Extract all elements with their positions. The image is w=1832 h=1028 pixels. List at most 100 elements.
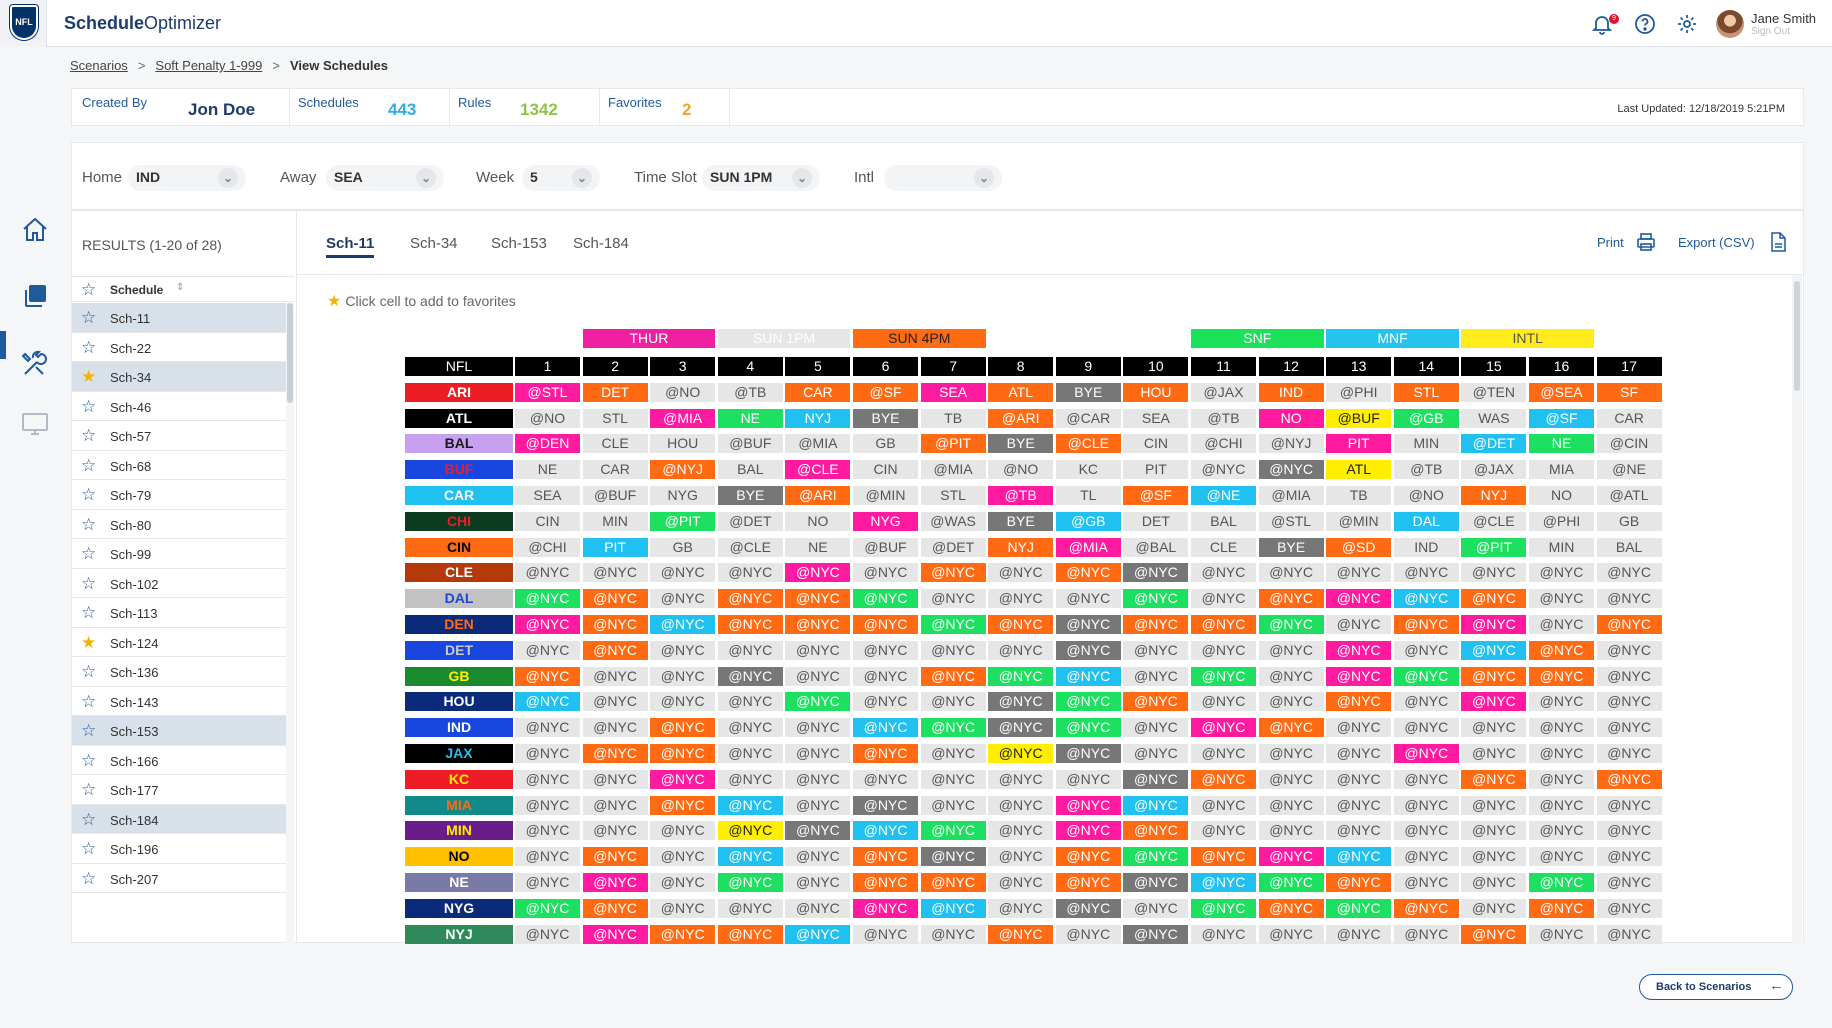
schedule-cell[interactable]: @NYC <box>853 795 918 815</box>
star-outline-icon[interactable]: ☆ <box>81 870 96 887</box>
schedule-cell[interactable]: @NYC <box>1461 847 1527 867</box>
schedule-cell[interactable]: @NYC <box>1596 563 1662 583</box>
schedule-cell[interactable]: @NYC <box>717 615 783 634</box>
schedule-cell[interactable]: @NYC <box>1191 692 1256 712</box>
schedule-cell[interactable]: @NYC <box>1596 692 1662 712</box>
schedule-cell[interactable]: @NYC <box>717 847 783 867</box>
star-outline-icon[interactable]: ☆ <box>81 486 96 503</box>
schedule-cell[interactable]: @NYC <box>1191 589 1256 609</box>
schedule-cell[interactable]: @SEA <box>1529 382 1594 402</box>
schedule-cell[interactable]: @NYC <box>1529 666 1594 686</box>
schedule-cell[interactable]: @NYC <box>1191 924 1256 944</box>
schedule-cell[interactable]: @SF <box>1529 408 1594 428</box>
schedule-cell[interactable]: @NYC <box>1326 615 1392 634</box>
schedule-cell[interactable]: @NYC <box>1055 821 1121 841</box>
schedule-cell[interactable]: @NYC <box>785 640 851 660</box>
schedule-cell[interactable]: @NYC <box>1393 873 1459 892</box>
star-outline-icon[interactable]: ☆ <box>81 398 96 415</box>
schedule-cell[interactable]: @PIT <box>650 511 716 531</box>
schedule-cell[interactable]: SEA <box>515 486 580 505</box>
schedule-cell[interactable]: @STL <box>1258 511 1324 531</box>
schedule-cell[interactable]: @NYC <box>1461 666 1527 686</box>
schedule-cell[interactable]: @NYC <box>1191 615 1256 634</box>
schedule-cell[interactable]: @NYC <box>515 589 580 609</box>
filter-intl-select[interactable]: ⌄ <box>884 165 1002 191</box>
schedule-cell[interactable]: @NYC <box>1258 744 1324 763</box>
star-outline-icon[interactable]: ☆ <box>81 811 96 828</box>
star-outline-icon[interactable]: ☆ <box>81 722 96 739</box>
schedule-cell[interactable]: @NYC <box>853 718 918 738</box>
result-row[interactable]: ☆ Sch-184 <box>72 804 286 834</box>
schedule-cell[interactable]: CAR <box>785 382 851 402</box>
schedule-cell[interactable]: @DET <box>920 537 986 557</box>
tab-sch-153[interactable]: Sch-153 <box>491 235 547 252</box>
schedule-cell[interactable]: @NYC <box>1393 769 1459 789</box>
schedule-cell[interactable]: @NYC <box>1258 640 1324 660</box>
schedule-cell[interactable]: ATL <box>1326 460 1392 480</box>
schedule-cell[interactable]: @NYC <box>717 795 783 815</box>
schedule-cell[interactable]: @NYC <box>515 847 580 867</box>
schedule-cell[interactable]: NYJ <box>988 537 1054 557</box>
schedule-cell[interactable]: @NYC <box>1123 563 1189 583</box>
schedule-cell[interactable]: @NYC <box>785 821 851 841</box>
schedule-cell[interactable]: @NYC <box>1258 769 1324 789</box>
home-icon[interactable] <box>20 215 50 245</box>
schedule-cell[interactable]: @NYC <box>785 563 851 583</box>
result-row[interactable]: ☆ Sch-11 <box>72 303 286 333</box>
schedule-cell[interactable]: @NYC <box>650 924 716 944</box>
schedule-cell[interactable]: @PIT <box>1461 537 1527 557</box>
gear-icon[interactable] <box>1675 12 1699 36</box>
schedule-cell[interactable]: @NYC <box>988 666 1054 686</box>
schedule-cell[interactable]: @NYC <box>853 666 918 686</box>
schedule-cell[interactable]: @NYC <box>988 563 1054 583</box>
schedule-cell[interactable]: @NYC <box>1529 744 1594 763</box>
schedule-cell[interactable]: @NYC <box>582 640 648 660</box>
schedule-cell[interactable]: @NYC <box>1191 769 1256 789</box>
schedule-cell[interactable]: @NYC <box>988 615 1054 634</box>
schedule-cell[interactable]: @NYC <box>988 589 1054 609</box>
schedule-cell[interactable]: @NYC <box>1055 924 1121 944</box>
schedule-cell[interactable]: NYG <box>853 511 918 531</box>
sort-icon[interactable]: ⇕ <box>176 282 184 293</box>
schedule-cell[interactable]: @CLE <box>1055 434 1121 454</box>
schedule-cell[interactable]: @NYC <box>1393 898 1459 918</box>
schedule-cell[interactable]: @NYC <box>988 718 1054 738</box>
schedule-cell[interactable]: @NYC <box>920 692 986 712</box>
schedule-cell[interactable]: DAL <box>1393 511 1459 531</box>
schedule-cell[interactable]: @NYC <box>1393 924 1459 944</box>
schedule-cell[interactable]: PIT <box>1123 460 1189 480</box>
schedule-cell[interactable]: @NYC <box>988 873 1054 892</box>
schedule-cell[interactable]: @NYC <box>1461 692 1527 712</box>
schedule-cell[interactable]: @NYC <box>1393 666 1459 686</box>
schedule-cell[interactable]: @SD <box>1326 537 1392 557</box>
schedule-cell[interactable]: @NYC <box>582 744 648 763</box>
schedule-cell[interactable]: @CAR <box>1055 408 1121 428</box>
schedule-cell[interactable]: WAS <box>1461 408 1527 428</box>
schedule-cell[interactable]: @NYC <box>1123 589 1189 609</box>
result-row[interactable]: ☆ Sch-79 <box>72 480 286 510</box>
schedule-cell[interactable]: @DET <box>717 511 783 531</box>
schedule-cell[interactable]: @NYC <box>582 666 648 686</box>
schedule-cell[interactable]: @NYC <box>1596 589 1662 609</box>
result-row[interactable]: ☆ Sch-80 <box>72 510 286 539</box>
breadcrumb-scenario[interactable]: Soft Penalty 1-999 <box>155 58 262 73</box>
tools-icon[interactable] <box>20 349 50 379</box>
schedule-cell[interactable]: @NYC <box>1393 615 1459 634</box>
schedule-cell[interactable]: GB <box>853 434 918 454</box>
schedule-cell[interactable]: @NYC <box>1055 769 1121 789</box>
schedule-cell[interactable]: @NYC <box>920 640 986 660</box>
schedule-cell[interactable]: PIT <box>582 537 648 557</box>
schedule-cell[interactable]: @NYC <box>1191 847 1256 867</box>
schedule-cell[interactable]: @NYC <box>1393 847 1459 867</box>
filter-home-select[interactable]: IND ⌄ <box>128 165 246 191</box>
schedule-cell[interactable]: @BUF <box>717 434 783 454</box>
result-row[interactable]: ☆ Sch-153 <box>72 716 286 746</box>
schedule-cell[interactable]: @NYC <box>1123 718 1189 738</box>
schedule-cell[interactable]: @NYC <box>1596 821 1662 841</box>
schedule-cell[interactable]: @NYC <box>582 589 648 609</box>
schedule-cell[interactable]: @NYC <box>853 924 918 944</box>
schedule-cell[interactable]: @NYC <box>1326 589 1392 609</box>
schedule-cell[interactable]: @NYC <box>785 589 851 609</box>
schedule-cell[interactable]: @NYC <box>515 615 580 634</box>
schedule-cell[interactable]: @NYC <box>582 821 648 841</box>
